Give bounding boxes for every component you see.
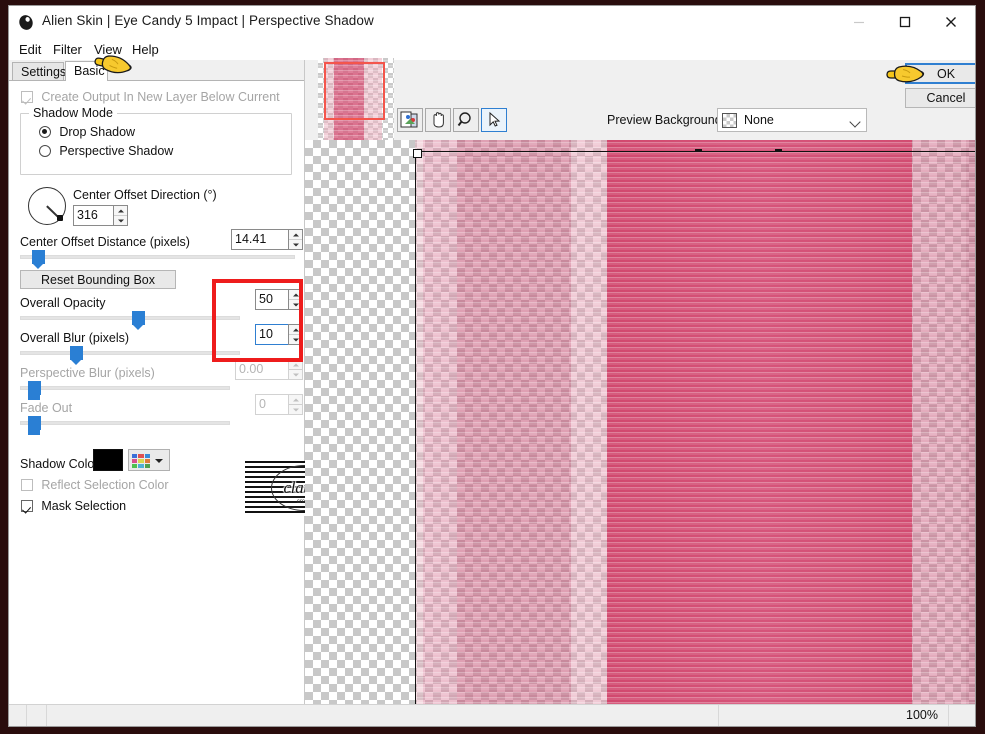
fade-out-slider bbox=[20, 416, 230, 435]
cancel-button[interactable]: Cancel bbox=[905, 88, 975, 108]
menu-bar: Edit Filter View Help bbox=[9, 39, 975, 60]
close-button[interactable] bbox=[928, 6, 974, 37]
overall-opacity-label: Overall Opacity bbox=[20, 296, 106, 310]
zoom-level: 100% bbox=[906, 708, 938, 722]
perspective-shadow-radio[interactable] bbox=[39, 145, 51, 157]
center-offset-distance-label: Center Offset Distance (pixels) bbox=[20, 235, 190, 249]
window-title: Alien Skin | Eye Candy 5 Impact | Perspe… bbox=[42, 13, 374, 28]
status-cell-message bbox=[47, 705, 719, 726]
radio-drop-shadow[interactable]: Drop Shadow bbox=[39, 125, 135, 139]
basic-tab-panel: Create Output In New Layer Below Current… bbox=[9, 81, 360, 705]
zoom-magnifier-tool[interactable] bbox=[453, 108, 479, 132]
status-cell-1 bbox=[9, 705, 27, 726]
perspective-blur-down bbox=[289, 370, 302, 379]
maximize-button[interactable] bbox=[882, 6, 928, 37]
shadow-mode-title: Shadow Mode bbox=[29, 106, 117, 120]
title-bar: Alien Skin | Eye Candy 5 Impact | Perspe… bbox=[9, 6, 975, 39]
menu-edit[interactable]: Edit bbox=[14, 41, 46, 58]
bounding-box-handle-topcenter[interactable] bbox=[695, 149, 702, 152]
center-offset-distance-input[interactable]: 14.41 bbox=[231, 229, 303, 250]
overall-blur-slider[interactable] bbox=[20, 346, 240, 365]
bounding-box-handle-top[interactable] bbox=[775, 149, 782, 152]
fade-out-value: 0 bbox=[255, 394, 288, 415]
transparency-checker-icon bbox=[722, 113, 737, 128]
perspective-shadow-label: Perspective Shadow bbox=[59, 144, 174, 158]
create-output-checkbox[interactable] bbox=[21, 91, 33, 103]
center-offset-direction-input[interactable]: 316 bbox=[73, 205, 128, 226]
center-offset-direction-dial[interactable] bbox=[28, 187, 66, 225]
drop-shadow-label: Drop Shadow bbox=[59, 125, 136, 139]
fade-out-label: Fade Out bbox=[20, 401, 73, 415]
mask-selection-label: Mask Selection bbox=[41, 499, 127, 513]
fade-out-down bbox=[289, 405, 302, 414]
red-highlight-navigator bbox=[324, 62, 385, 120]
center-offset-direction-value[interactable]: 316 bbox=[73, 205, 113, 226]
reflect-selection-color-label: Reflect Selection Color bbox=[41, 478, 169, 492]
center-offset-direction-down[interactable] bbox=[114, 216, 127, 225]
center-offset-distance-value[interactable]: 14.41 bbox=[231, 229, 288, 250]
tab-settings[interactable]: Settings bbox=[12, 62, 66, 80]
center-offset-distance-slider[interactable] bbox=[20, 250, 295, 269]
chevron-down-icon bbox=[849, 116, 861, 128]
color-palette-icon bbox=[132, 454, 150, 468]
drop-shadow-radio[interactable] bbox=[39, 126, 51, 138]
settings-panel: Settings Basic Create Output In New Laye… bbox=[9, 60, 360, 705]
shadow-mode-group: Shadow Mode Drop Shadow Perspective Shad… bbox=[20, 106, 292, 175]
color-palette-button[interactable] bbox=[128, 449, 170, 471]
pointing-hand-cursor-tab bbox=[93, 50, 137, 76]
status-cell-zoom: 100% bbox=[719, 705, 949, 726]
perspective-blur-input: 0.00 bbox=[235, 359, 303, 380]
navigator-thumbnail[interactable] bbox=[318, 58, 394, 140]
reflect-selection-color-checkbox bbox=[21, 479, 33, 491]
reflect-selection-color-row: Reflect Selection Color bbox=[21, 478, 169, 492]
alien-skin-icon bbox=[18, 14, 35, 31]
chevron-down-icon bbox=[155, 459, 163, 463]
preview-background-label: Preview Background: bbox=[607, 113, 726, 127]
select-arrow-tool[interactable] bbox=[481, 108, 507, 132]
overall-blur-label: Overall Blur (pixels) bbox=[20, 331, 130, 345]
perspective-blur-value: 0.00 bbox=[235, 359, 288, 380]
mask-selection-checkbox[interactable] bbox=[21, 500, 33, 512]
perspective-blur-label: Perspective Blur (pixels) bbox=[20, 366, 155, 380]
bounding-box-handle-topleft[interactable] bbox=[413, 149, 422, 158]
minimize-button[interactable] bbox=[836, 6, 882, 37]
radio-perspective-shadow[interactable]: Perspective Shadow bbox=[39, 144, 173, 158]
fade-out-up bbox=[289, 395, 302, 405]
center-offset-distance-down[interactable] bbox=[289, 240, 302, 249]
reset-bounding-box-button[interactable]: Reset Bounding Box bbox=[20, 270, 176, 289]
menu-filter[interactable]: Filter bbox=[48, 41, 87, 58]
status-bar: 100% bbox=[9, 704, 975, 726]
pointing-hand-cursor-ok bbox=[885, 59, 929, 85]
center-offset-direction-up[interactable] bbox=[114, 206, 127, 216]
preview-background-select[interactable]: None bbox=[717, 108, 867, 132]
selection-bounding-box[interactable] bbox=[415, 151, 975, 705]
shadow-color-label: Shadow Color bbox=[20, 457, 99, 471]
mask-selection-row[interactable]: Mask Selection bbox=[21, 499, 126, 513]
center-offset-distance-up[interactable] bbox=[289, 230, 302, 240]
preview-toolbar: Preview Background: None bbox=[397, 108, 975, 140]
application-window: Alien Skin | Eye Candy 5 Impact | Perspe… bbox=[8, 5, 976, 727]
preview-background-value: None bbox=[744, 113, 774, 127]
tab-strip: Settings Basic bbox=[9, 60, 304, 81]
pan-hand-tool[interactable] bbox=[425, 108, 451, 132]
shadow-color-swatch[interactable] bbox=[93, 449, 123, 471]
overall-opacity-slider[interactable] bbox=[20, 311, 240, 330]
red-highlight-values bbox=[212, 279, 303, 362]
perspective-blur-slider bbox=[20, 381, 230, 400]
compare-preview-tool[interactable] bbox=[397, 108, 423, 132]
create-output-label: Create Output In New Layer Below Current bbox=[41, 90, 280, 104]
preview-canvas[interactable] bbox=[305, 140, 975, 705]
create-output-checkbox-row[interactable]: Create Output In New Layer Below Current bbox=[21, 90, 280, 104]
preview-area: Preview Background: None bbox=[305, 58, 975, 705]
fade-out-input: 0 bbox=[255, 394, 303, 415]
center-offset-direction-label: Center Offset Direction (°) bbox=[73, 188, 217, 202]
status-cell-2 bbox=[27, 705, 47, 726]
